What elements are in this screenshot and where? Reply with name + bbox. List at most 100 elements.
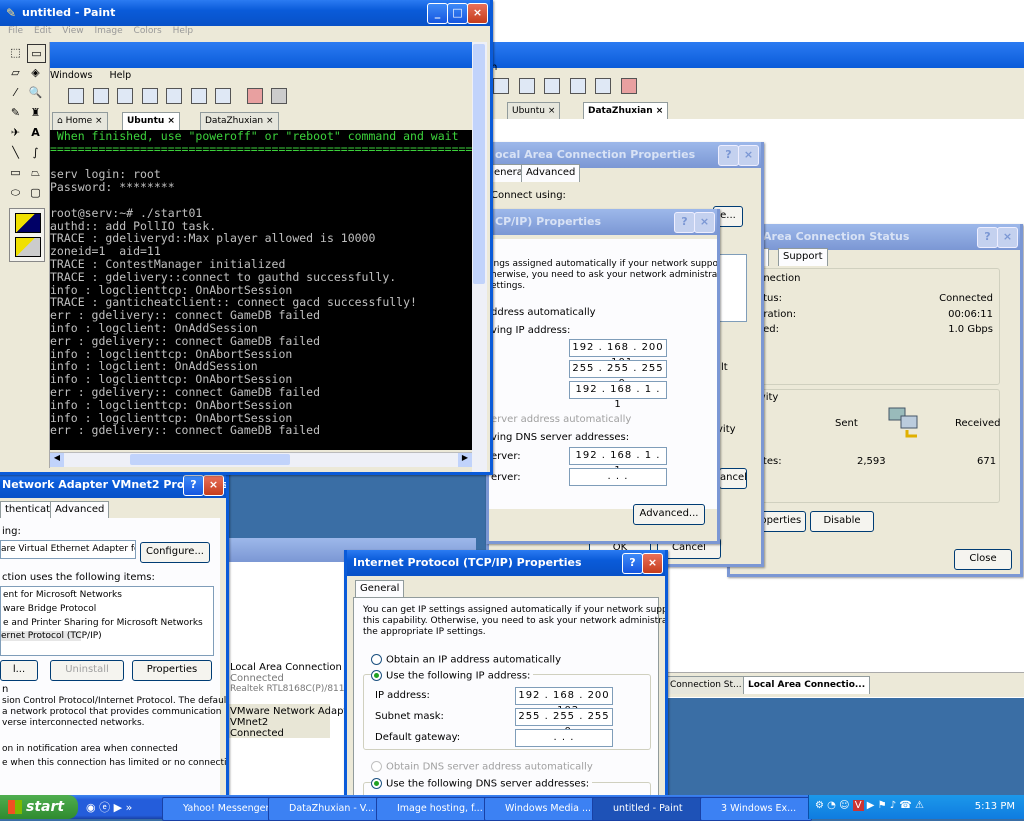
- ellipse-icon[interactable]: ⬭: [7, 184, 24, 201]
- tray-icon[interactable]: ◔: [827, 800, 836, 811]
- menu-file[interactable]: File: [8, 26, 23, 36]
- task-windows-media[interactable]: Windows Media ...: [484, 797, 601, 821]
- ip-address-field[interactable]: 192 . 168 . 200 . 102: [515, 687, 613, 716]
- color-picker-icon[interactable]: ⁄: [7, 84, 24, 101]
- media-player-icon[interactable]: ▶: [114, 801, 122, 814]
- toolbar-icon[interactable]: [141, 88, 158, 104]
- select-icon[interactable]: ▭: [27, 44, 46, 63]
- toolbar-icon[interactable]: [518, 78, 535, 94]
- tray-icon[interactable]: ♪: [890, 800, 896, 811]
- configure-button[interactable]: Configure...: [140, 542, 210, 563]
- tray-icon[interactable]: ⚙: [815, 800, 824, 811]
- pencil-icon[interactable]: ✎: [7, 104, 24, 121]
- gateway-field[interactable]: 192 . 168 . 1 . 1: [569, 381, 667, 410]
- vertical-scrollbar[interactable]: [472, 42, 487, 472]
- close-button[interactable]: ×: [738, 145, 759, 166]
- components-list[interactable]: ent for Microsoft Networks ware Bridge P…: [0, 586, 214, 656]
- task-yahoo[interactable]: Yahoo! Messenger: [162, 797, 279, 821]
- conn-item-name[interactable]: Local Area Connection: [230, 662, 342, 673]
- menu-edit[interactable]: Edit: [34, 26, 51, 36]
- uninstall-button[interactable]: Uninstall: [50, 660, 124, 681]
- fill-icon[interactable]: ◈: [27, 64, 44, 81]
- menu-view[interactable]: View: [62, 26, 83, 36]
- task-datazhuxian[interactable]: DataZhuxian - V...: [268, 797, 385, 821]
- tray-icon[interactable]: ⚑: [878, 800, 887, 811]
- help-button[interactable]: ?: [622, 553, 643, 574]
- scroll-thumb[interactable]: [473, 44, 485, 284]
- tray-icon[interactable]: ☎: [899, 800, 911, 811]
- scroll-right-icon[interactable]: ▶: [458, 453, 472, 467]
- close-button[interactable]: ×: [642, 553, 663, 574]
- terminal-console[interactable]: When finished, use "poweroff" or "reboot…: [50, 130, 472, 450]
- task-windows-explorer[interactable]: 3 Windows Ex...: [700, 797, 812, 821]
- close-button[interactable]: ×: [997, 227, 1018, 248]
- toolbar-icon[interactable]: [190, 88, 207, 104]
- subnet-mask-field[interactable]: 255 . 255 . 255 . 0: [569, 360, 667, 389]
- tab-local-area-connection[interactable]: Local Area Connectio...: [743, 676, 871, 694]
- list-item[interactable]: ent for Microsoft Networks: [3, 590, 122, 600]
- scroll-left-icon[interactable]: ◀: [50, 453, 64, 467]
- toolbar-icon[interactable]: [620, 78, 637, 94]
- brush-icon[interactable]: ♜: [27, 104, 44, 121]
- toolbar-icon[interactable]: [68, 88, 84, 104]
- magnifier-icon[interactable]: 🔍: [27, 84, 44, 101]
- tray-icon[interactable]: V: [852, 800, 864, 811]
- help-button[interactable]: ?: [977, 227, 998, 248]
- clock[interactable]: 5:13 PM: [975, 801, 1015, 812]
- obtain-dns-auto-radio[interactable]: Obtain DNS server address automatically: [371, 761, 593, 773]
- install-button[interactable]: l...: [0, 660, 38, 681]
- menu-help[interactable]: Help: [109, 70, 131, 81]
- maximize-button[interactable]: □: [447, 3, 468, 24]
- transparent-option-icon[interactable]: [15, 237, 41, 257]
- tab-ubuntu-back[interactable]: Ubuntu ×: [507, 102, 561, 120]
- tray-icon[interactable]: ▶: [867, 800, 875, 811]
- minimize-button[interactable]: _: [427, 3, 448, 24]
- help-button[interactable]: ?: [674, 212, 695, 233]
- subnet-mask-field[interactable]: 255 . 255 . 255 . 0: [515, 708, 613, 737]
- more-icon[interactable]: »: [126, 801, 133, 814]
- toolbar-icon[interactable]: [246, 88, 263, 104]
- tab-home[interactable]: ⌂ Home ×: [52, 112, 108, 130]
- task-image-hosting[interactable]: Image hosting, f...: [376, 797, 493, 821]
- firefox-icon[interactable]: ◉: [86, 801, 96, 814]
- eraser-icon[interactable]: ▱: [7, 64, 24, 81]
- rectangle-icon[interactable]: ▭: [7, 164, 24, 181]
- tab-support[interactable]: Support: [778, 248, 828, 266]
- horizontal-scrollbar[interactable]: ◀ ▶: [50, 452, 472, 467]
- toolbar-icon[interactable]: [271, 88, 287, 104]
- list-item[interactable]: ware Bridge Protocol: [3, 604, 96, 614]
- close-button[interactable]: ×: [694, 212, 715, 233]
- list-item[interactable]: ernet Protocol (TCP/IP): [1, 631, 102, 641]
- line-icon[interactable]: ╲: [7, 144, 24, 161]
- curve-icon[interactable]: ∫: [27, 144, 44, 161]
- toolbar-icon[interactable]: [215, 88, 231, 104]
- menu-image[interactable]: Image: [94, 26, 122, 36]
- ie-icon[interactable]: ⓔ: [99, 801, 110, 814]
- tab-datazhuxian[interactable]: DataZhuxian ×: [200, 112, 279, 130]
- rounded-rect-icon[interactable]: ▢: [27, 184, 44, 201]
- help-button[interactable]: ?: [183, 475, 204, 496]
- toolbar-icon[interactable]: [493, 78, 509, 94]
- tab-advanced[interactable]: Advanced: [50, 501, 110, 519]
- help-button[interactable]: ?: [718, 145, 739, 166]
- opaque-option-icon[interactable]: [15, 213, 41, 233]
- toolbar-icon[interactable]: [569, 78, 586, 94]
- polygon-icon[interactable]: ⏢: [27, 164, 44, 181]
- toolbar-icon[interactable]: [544, 78, 560, 94]
- tab-ubuntu[interactable]: Ubuntu ×: [122, 112, 180, 130]
- tray-icon[interactable]: ☺: [839, 800, 849, 811]
- text-icon[interactable]: A: [27, 124, 44, 141]
- properties-button[interactable]: Properties: [132, 660, 212, 681]
- close-button[interactable]: ×: [467, 3, 488, 24]
- close-button[interactable]: ×: [203, 475, 224, 496]
- scroll-thumb[interactable]: [130, 454, 290, 465]
- ip-address-field[interactable]: 192 . 168 . 200 . 101: [569, 339, 667, 368]
- disable-button[interactable]: Disable: [810, 511, 874, 532]
- tab-advanced[interactable]: Advanced: [521, 164, 581, 182]
- cancel-button-frag[interactable]: ancel: [719, 468, 747, 489]
- alternate-dns-field[interactable]: . . .: [569, 468, 667, 486]
- tool-options-panel[interactable]: [9, 208, 45, 262]
- menu-colors[interactable]: Colors: [134, 26, 162, 36]
- toolbar-icon[interactable]: [117, 88, 133, 104]
- tray-icon[interactable]: ⚠: [915, 800, 924, 811]
